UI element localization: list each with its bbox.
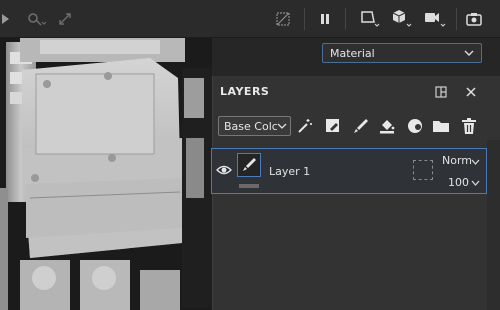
dock-panel-icon[interactable]: [431, 82, 451, 102]
chevron-down-icon: [277, 120, 287, 132]
panel-scrollbar[interactable]: [487, 140, 500, 310]
close-icon[interactable]: [461, 82, 481, 102]
layer-thumbnail[interactable]: [237, 153, 261, 177]
chevron-down-icon: [464, 50, 474, 56]
material-select[interactable]: Material: [322, 43, 482, 63]
channel-select[interactable]: Base Colc: [218, 116, 291, 136]
brush-settings-icon[interactable]: [26, 0, 48, 37]
pause-icon[interactable]: [315, 0, 335, 37]
screenshot-icon[interactable]: [464, 0, 484, 37]
paint-brush-icon: [243, 158, 256, 171]
blend-mode-select[interactable]: Norm: [442, 154, 472, 167]
view-shape-icon[interactable]: [358, 0, 386, 37]
top-toolbar: [0, 0, 500, 38]
panel-title: LAYERS: [220, 85, 270, 98]
camera-record-icon[interactable]: [423, 0, 449, 37]
magic-wand-icon[interactable]: [293, 114, 317, 138]
chevron-down-icon: [471, 159, 480, 165]
channel-select-value: Base Colc: [224, 119, 278, 133]
symmetry-icon[interactable]: [0, 0, 12, 37]
visibility-eye-icon[interactable]: [216, 161, 232, 180]
robot-model-render: [0, 38, 212, 310]
color-picker-icon[interactable]: [403, 114, 427, 138]
chevron-down-icon: [471, 180, 480, 186]
trash-icon[interactable]: [457, 114, 481, 138]
fill-layer-icon[interactable]: [321, 114, 345, 138]
paint-brush-icon[interactable]: [349, 114, 373, 138]
transform-icon[interactable]: [56, 0, 74, 37]
layer-row[interactable]: Layer 1 Norm 100: [211, 148, 487, 194]
3d-viewport[interactable]: [0, 38, 212, 310]
layer-name[interactable]: Layer 1: [269, 165, 310, 178]
opacity-value: 100: [448, 176, 469, 189]
mask-placeholder[interactable]: [413, 160, 433, 180]
grid-toggle-icon[interactable]: [274, 0, 292, 37]
material-select-value: Material: [330, 46, 375, 60]
blend-mode-value: Norm: [442, 154, 473, 167]
cube-view-icon[interactable]: [390, 0, 416, 37]
fill-bucket-icon[interactable]: [375, 114, 399, 138]
opacity-field[interactable]: 100: [448, 176, 469, 189]
folder-icon[interactable]: [429, 114, 453, 138]
layer-thumbnail-bar: [239, 184, 259, 188]
